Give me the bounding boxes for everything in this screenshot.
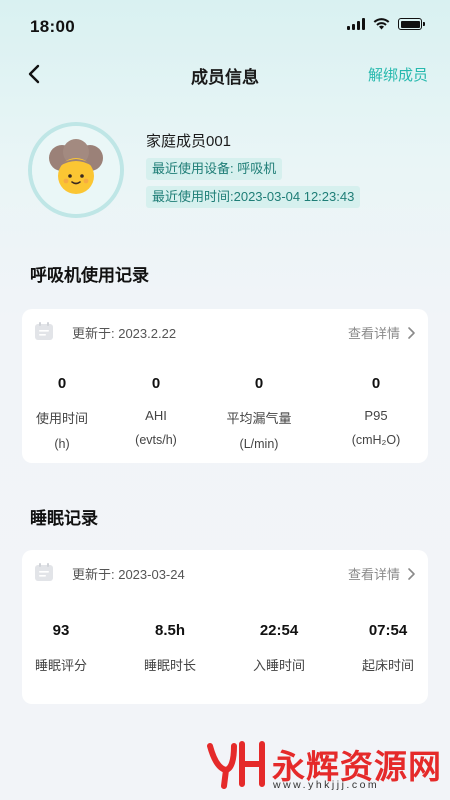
recent-device-tag: 最近使用设备: 呼吸机	[146, 158, 283, 180]
metric-unit: (h)	[54, 437, 70, 451]
status-bar: 18:00	[0, 0, 450, 52]
chevron-right-icon	[408, 326, 415, 339]
battery-icon	[398, 18, 425, 30]
metric-value: 0	[151, 375, 161, 392]
view-details-label: 查看详情	[347, 567, 400, 582]
updated-time: 更新于: 2023-03-24	[72, 567, 185, 582]
ventilator-record-card[interactable]: 更新于: 2023.2.22 查看详情 0 使用时间 (h) 0 AHI (ev…	[22, 309, 428, 463]
metric-label: AHI	[145, 408, 167, 423]
metric-label: P95	[364, 408, 388, 423]
last-used-time-tag: 最近使用时间:2023-03-04 12:23:43	[146, 186, 361, 208]
metric-value: 0	[254, 375, 264, 392]
metric-usage-time: 0 使用时间 (h)	[12, 375, 112, 451]
member-profile: 家庭成员001 最近使用设备: 呼吸机 最近使用时间:2023-03-04 12…	[28, 122, 428, 222]
metric-value: 22:54	[259, 622, 299, 639]
metric-sleep-duration: 8.5h 睡眠时长	[120, 622, 220, 674]
member-name: 家庭成员001	[146, 133, 232, 150]
sleep-section-title: 睡眠记录	[30, 509, 98, 528]
metric-value: 0	[371, 375, 381, 392]
chevron-right-icon	[408, 567, 415, 580]
metric-label: 起床时间	[361, 658, 414, 673]
metric-p95: 0 P95 (cmH₂O)	[326, 375, 426, 447]
metric-unit: (cmH₂O)	[351, 433, 401, 447]
metric-value: 8.5h	[154, 622, 185, 639]
metric-sleep-score: 93 睡眠评分	[11, 622, 111, 674]
ventilator-section-title: 呼吸机使用记录	[30, 266, 149, 285]
metric-value: 93	[52, 622, 70, 639]
metric-value: 0	[57, 375, 67, 392]
view-details-link[interactable]: 查看详情	[348, 564, 416, 583]
metric-unit: (L/min)	[239, 437, 279, 451]
avatar-face-icon	[32, 126, 120, 214]
nav-bar: 成员信息 解绑成员	[0, 52, 450, 96]
signal-icon	[347, 18, 365, 30]
avatar[interactable]	[28, 122, 124, 218]
status-icons	[347, 18, 425, 30]
metric-value: 07:54	[368, 622, 408, 639]
card-header: 更新于: 2023-03-24 查看详情	[22, 550, 428, 594]
metric-label: 睡眠时长	[143, 658, 196, 673]
status-time: 18:00	[30, 17, 75, 36]
sleep-record-card[interactable]: 更新于: 2023-03-24 查看详情 93 睡眠评分 8.5h 睡眠时长 2…	[22, 550, 428, 704]
unbind-member-button[interactable]: 解绑成员	[368, 64, 428, 85]
view-details-label: 查看详情	[347, 326, 400, 341]
metric-label: 睡眠评分	[34, 658, 87, 673]
view-details-link[interactable]: 查看详情	[348, 323, 416, 342]
metric-ahi: 0 AHI (evts/h)	[106, 375, 206, 447]
wifi-icon	[373, 18, 390, 30]
metric-average-leak: 0 平均漏气量 (L/min)	[209, 375, 309, 451]
watermark: 永辉资源网 www.yhkjjj.com	[200, 738, 450, 792]
metric-wake-time: 07:54 起床时间	[338, 622, 438, 674]
updated-time: 更新于: 2023.2.22	[72, 326, 177, 341]
metric-label: 使用时间	[35, 411, 88, 426]
watermark-url: www.yhkjjj.com	[273, 779, 380, 791]
calendar-icon	[35, 563, 53, 581]
metric-unit: (evts/h)	[135, 433, 177, 447]
calendar-icon	[35, 322, 53, 340]
card-header: 更新于: 2023.2.22 查看详情	[22, 309, 428, 353]
metric-sleep-onset: 22:54 入睡时间	[229, 622, 329, 674]
metric-label: 平均漏气量	[226, 411, 292, 426]
watermark-logo-icon	[207, 741, 265, 789]
metric-label: 入睡时间	[252, 658, 305, 673]
